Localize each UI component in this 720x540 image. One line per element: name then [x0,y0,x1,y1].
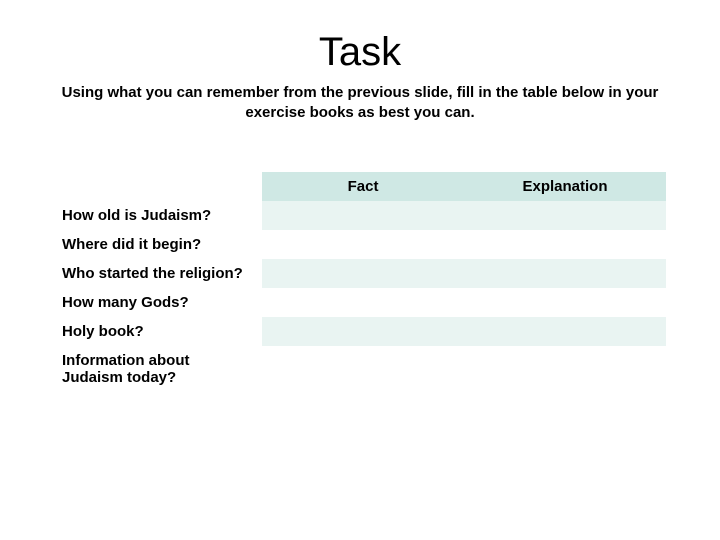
row-fact [262,317,464,346]
row-fact [262,288,464,317]
row-explanation [464,201,666,230]
table-row: How many Gods? [54,288,666,317]
table-header-fact: Fact [262,172,464,201]
row-explanation [464,317,666,346]
task-instructions: Using what you can remember from the pre… [40,83,680,122]
row-question: Who started the religion? [54,259,262,288]
task-table: Fact Explanation How old is Judaism? Whe… [54,172,666,392]
table-row: Who started the religion? [54,259,666,288]
table-header-explanation: Explanation [464,172,666,201]
table-row: Holy book? [54,317,666,346]
row-fact [262,230,464,259]
row-fact [262,259,464,288]
table-row: Where did it begin? [54,230,666,259]
row-question: Holy book? [54,317,262,346]
table-row: Information about Judaism today? [54,346,666,392]
row-fact [262,201,464,230]
row-explanation [464,288,666,317]
row-question: Information about Judaism today? [54,346,262,392]
row-explanation [464,259,666,288]
table-header-row: Fact Explanation [54,172,666,201]
row-question: Where did it begin? [54,230,262,259]
row-explanation [464,230,666,259]
row-fact [262,346,464,392]
row-question: How many Gods? [54,288,262,317]
row-question: How old is Judaism? [54,201,262,230]
table-row: How old is Judaism? [54,201,666,230]
slide: Task Using what you can remember from th… [0,0,720,540]
row-explanation [464,346,666,392]
page-title: Task [40,30,680,75]
table-header-question [54,172,262,201]
